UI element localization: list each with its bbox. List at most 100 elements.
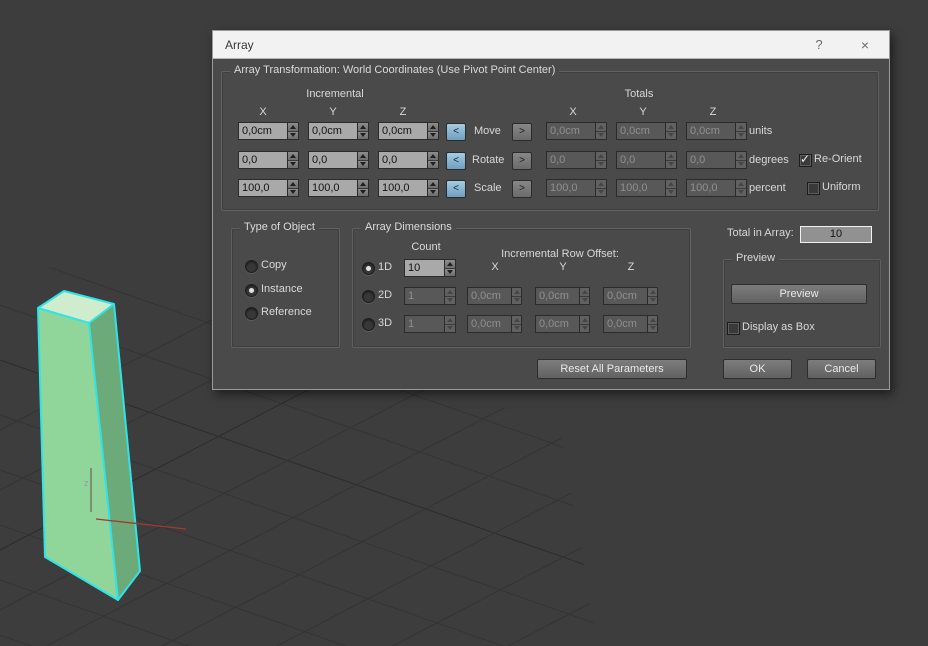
spinner-arrows[interactable] — [427, 179, 439, 197]
offset-2d-x-spinner: 0,0cm — [467, 287, 522, 305]
spinner-arrows — [735, 122, 747, 140]
rotate-tot-z-spinner: 0,0 — [686, 151, 747, 169]
radio-1d[interactable] — [362, 262, 375, 275]
spinner-arrows[interactable] — [287, 151, 299, 169]
rotate-tot-x-spinner: 0,0 — [546, 151, 607, 169]
reset-all-parameters-button[interactable]: Reset All Parameters — [537, 359, 687, 379]
spinner-arrows[interactable] — [444, 259, 456, 277]
spinner-value[interactable]: 0,0 — [238, 151, 287, 169]
spinner-value: 1 — [404, 287, 444, 305]
spinner-arrows — [510, 287, 522, 305]
spinner-value[interactable]: 0,0cm — [238, 122, 287, 140]
label-3d: 3D — [378, 317, 393, 329]
offset-x-header: X — [491, 261, 499, 273]
rotate-right-arrow-button[interactable]: > — [512, 152, 532, 170]
help-button[interactable]: ? — [811, 37, 827, 52]
spinner-value[interactable]: 0,0cm — [308, 122, 357, 140]
spinner-value: 0,0 — [546, 151, 595, 169]
rotate-inc-x-spinner[interactable]: 0,0 — [238, 151, 299, 169]
spinner-arrows[interactable] — [427, 151, 439, 169]
scale-right-arrow-button[interactable]: > — [512, 180, 532, 198]
spinner-value: 0,0cm — [686, 122, 735, 140]
spinner-arrows — [735, 179, 747, 197]
spinner-arrows — [510, 315, 522, 333]
copy-radio[interactable] — [245, 260, 258, 273]
total-in-array-label: Total in Array: — [727, 227, 794, 239]
spinner-value[interactable]: 100,0 — [378, 179, 427, 197]
spinner-arrows[interactable] — [287, 179, 299, 197]
units-label: units — [749, 125, 773, 137]
move-inc-z-spinner[interactable]: 0,0cm — [378, 122, 439, 140]
spinner-arrows[interactable] — [287, 122, 299, 140]
move-right-arrow-button[interactable]: > — [512, 123, 532, 141]
spinner-value: 0,0cm — [535, 315, 579, 333]
instance-label: Instance — [261, 283, 303, 295]
instance-radio[interactable] — [245, 284, 258, 297]
incremental-header: Incremental — [306, 88, 364, 100]
spinner-value[interactable]: 0,0 — [378, 151, 427, 169]
degrees-label: degrees — [749, 154, 789, 166]
move-label: Move — [474, 125, 501, 137]
reference-radio[interactable] — [245, 307, 258, 320]
spinner-arrows — [665, 179, 677, 197]
cancel-button[interactable]: Cancel — [807, 359, 876, 379]
count-1d-spinner[interactable]: 10 — [404, 259, 456, 277]
scale-inc-y-spinner[interactable]: 100,0 — [308, 179, 369, 197]
move-left-arrow-button[interactable]: < — [446, 123, 466, 141]
spinner-value[interactable]: 100,0 — [238, 179, 287, 197]
spinner-value: 100,0 — [616, 179, 665, 197]
spinner-value: 0,0 — [686, 151, 735, 169]
scale-inc-x-spinner[interactable]: 100,0 — [238, 179, 299, 197]
reorient-checkbox[interactable] — [799, 152, 812, 167]
offset-3d-x-spinner: 0,0cm — [467, 315, 522, 333]
rotate-label: Rotate — [472, 154, 505, 166]
move-inc-y-spinner[interactable]: 0,0cm — [308, 122, 369, 140]
count-header: Count — [411, 241, 441, 253]
rotate-inc-z-spinner[interactable]: 0,0 — [378, 151, 439, 169]
scale-label: Scale — [474, 182, 502, 194]
spinner-arrows — [578, 287, 590, 305]
inc-z-header: Z — [399, 106, 407, 118]
scale-inc-z-spinner[interactable]: 100,0 — [378, 179, 439, 197]
spinner-value[interactable]: 10 — [404, 259, 444, 277]
spinner-value: 0,0cm — [546, 122, 595, 140]
count-3d-spinner: 1 — [404, 315, 456, 333]
spinner-arrows[interactable] — [357, 151, 369, 169]
total-in-array-value: 10 — [800, 226, 872, 243]
spinner-arrows — [646, 287, 658, 305]
ok-button[interactable]: OK — [723, 359, 792, 379]
spinner-arrows[interactable] — [427, 122, 439, 140]
rotate-left-arrow-button[interactable]: < — [446, 152, 466, 170]
spinner-value[interactable]: 100,0 — [308, 179, 357, 197]
radio-3d[interactable] — [362, 318, 375, 331]
dialog-title: Array — [225, 38, 254, 52]
spinner-arrows — [444, 287, 456, 305]
dialog-titlebar[interactable]: Array ? × — [213, 31, 889, 59]
radio-2d[interactable] — [362, 290, 375, 303]
spinner-arrows[interactable] — [357, 179, 369, 197]
spinner-value: 0,0cm — [616, 122, 665, 140]
spinner-value: 100,0 — [546, 179, 595, 197]
move-inc-x-spinner[interactable]: 0,0cm — [238, 122, 299, 140]
spinner-value[interactable]: 0,0 — [308, 151, 357, 169]
scale-left-arrow-button[interactable]: < — [446, 180, 466, 198]
spinner-value: 0,0cm — [603, 287, 647, 305]
preview-button[interactable]: Preview — [731, 284, 867, 304]
spinner-value[interactable]: 0,0cm — [378, 122, 427, 140]
z-axis-label: z — [84, 478, 89, 488]
totals-header: Totals — [624, 88, 654, 100]
offset-y-header: Y — [559, 261, 567, 273]
close-button[interactable]: × — [857, 37, 873, 53]
spinner-value: 100,0 — [686, 179, 735, 197]
group-title: Array Transformation: World Coordinates … — [230, 64, 560, 76]
label-2d: 2D — [378, 289, 393, 301]
spinner-arrows[interactable] — [357, 122, 369, 140]
group-title: Array Dimensions — [361, 221, 456, 233]
tot-y-header: Y — [639, 106, 647, 118]
offset-3d-z-spinner: 0,0cm — [603, 315, 658, 333]
uniform-checkbox[interactable] — [807, 182, 820, 195]
display-as-box-checkbox[interactable] — [727, 322, 740, 335]
array-dialog: Array ? × Array Transformation: World Co… — [212, 30, 890, 390]
move-tot-y-spinner: 0,0cm — [616, 122, 677, 140]
rotate-inc-y-spinner[interactable]: 0,0 — [308, 151, 369, 169]
